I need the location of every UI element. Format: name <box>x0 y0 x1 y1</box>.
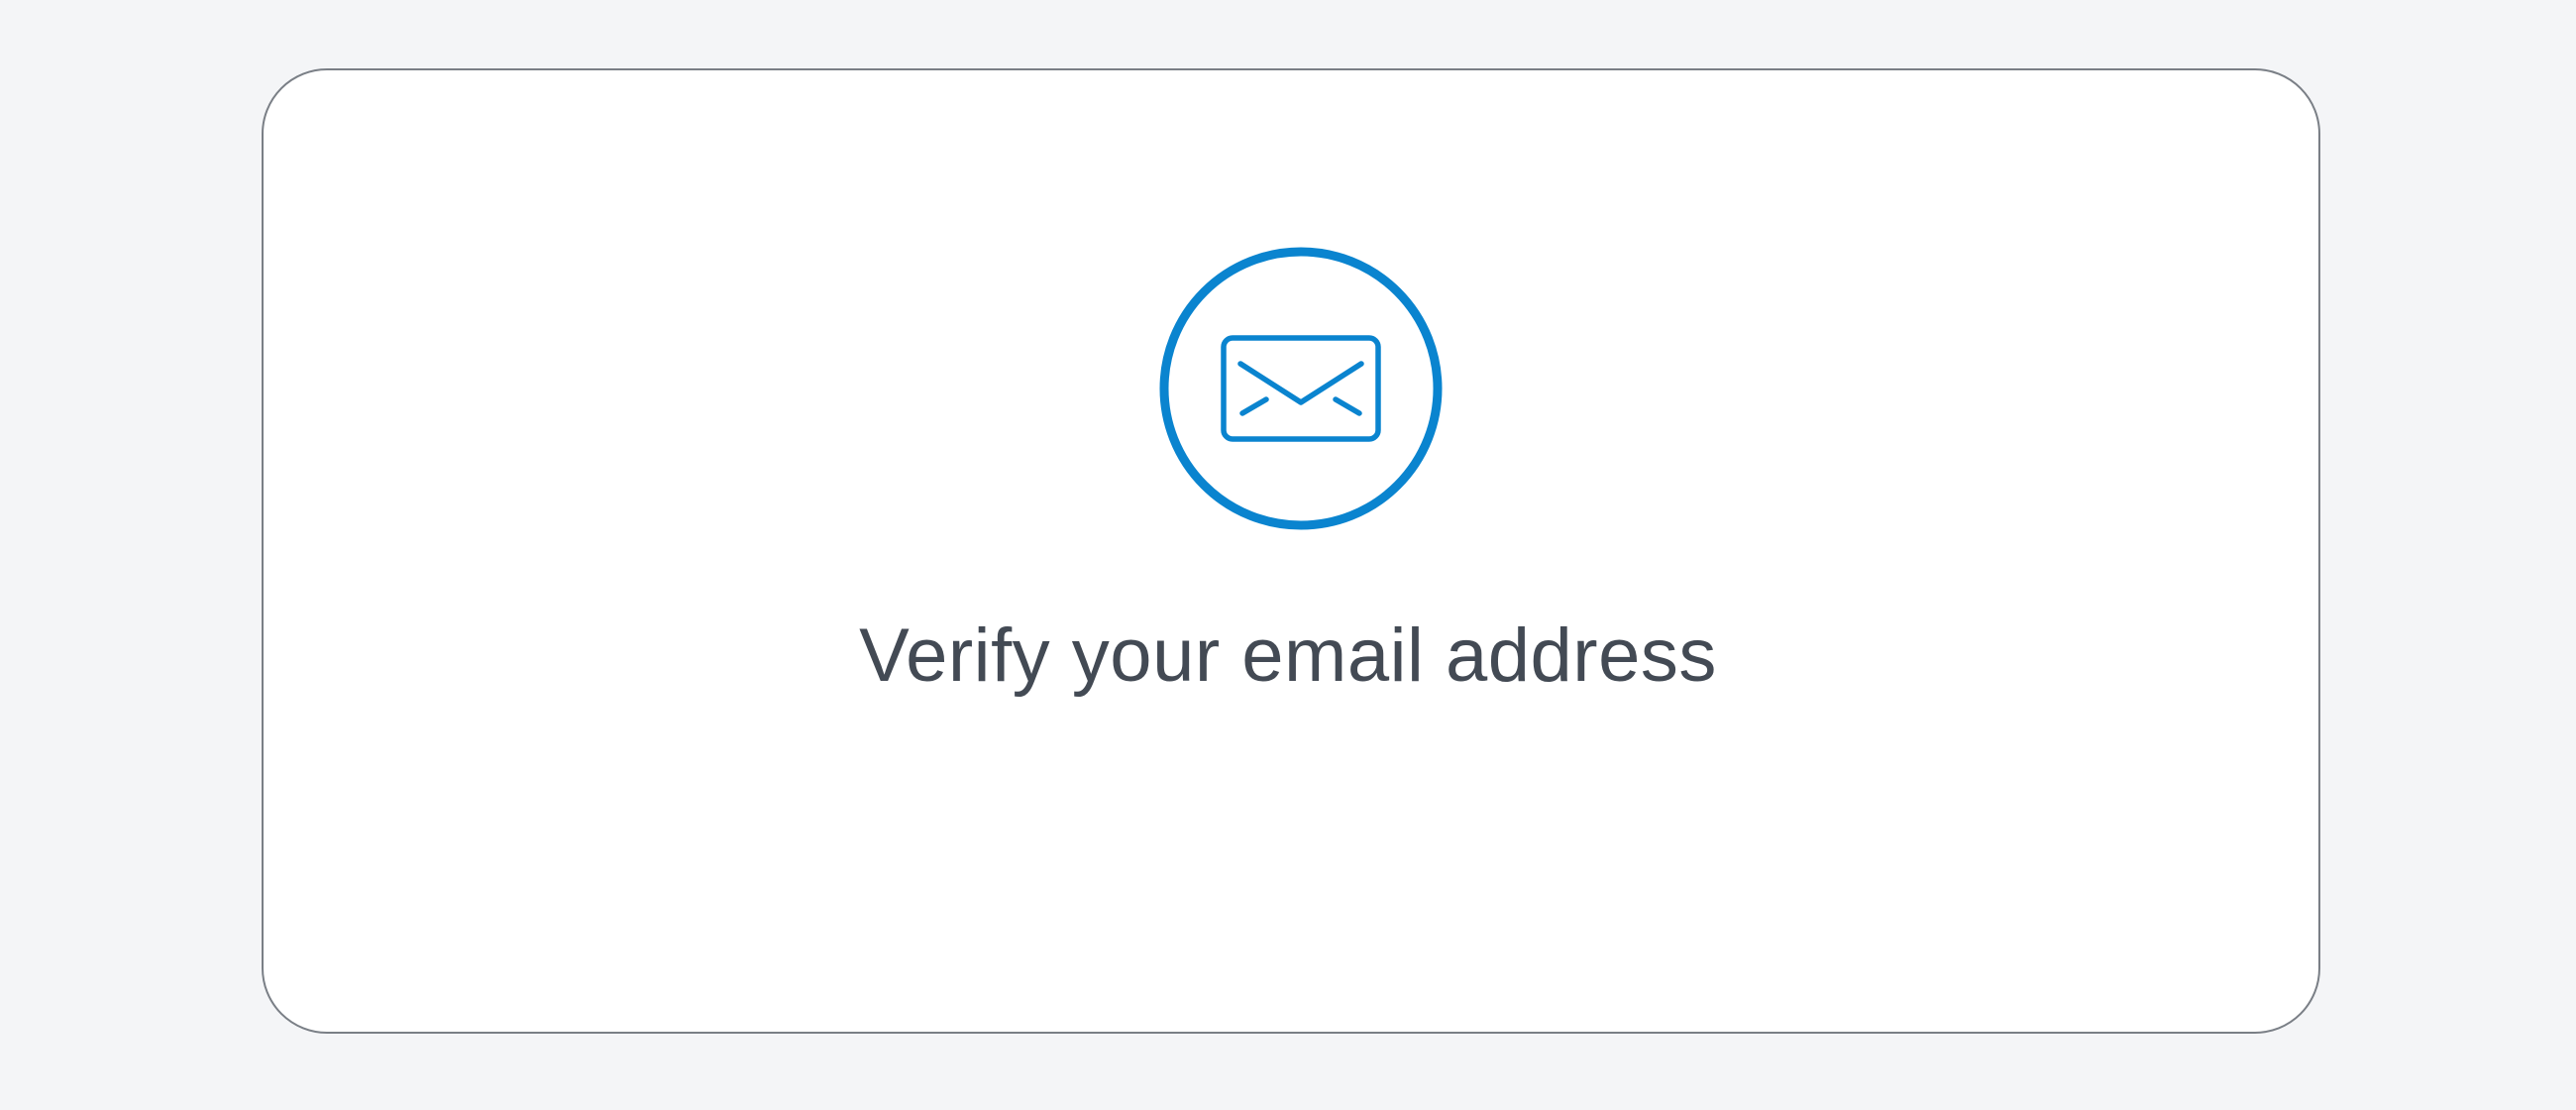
verify-email-card <box>262 68 2320 1034</box>
page-title: Verify your email address <box>859 613 1717 698</box>
envelope-icon <box>1159 247 1443 530</box>
